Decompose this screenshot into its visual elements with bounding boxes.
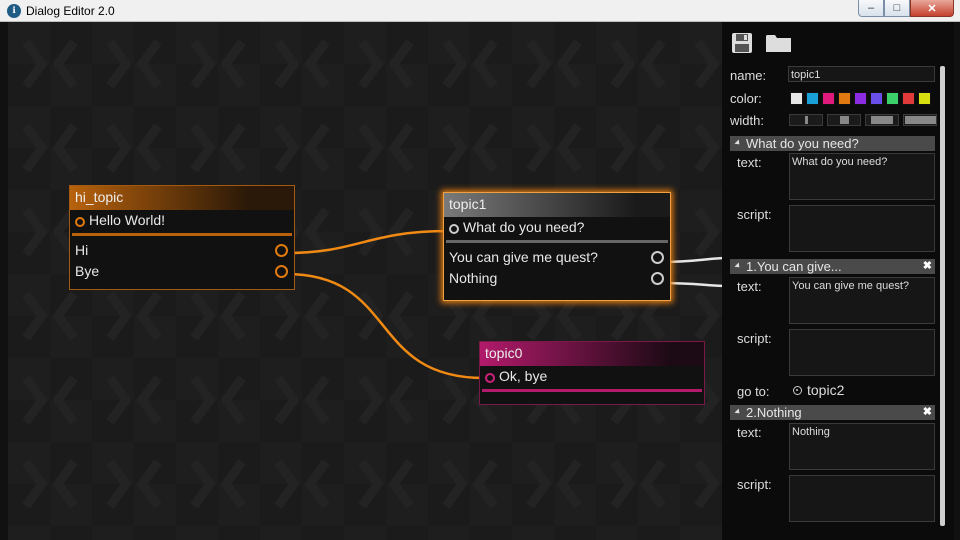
node-output-row: Bye <box>70 261 294 282</box>
prompt-section-header[interactable]: What do you need? <box>730 136 935 151</box>
node-separator <box>482 389 702 392</box>
remove-answer-icon[interactable]: ✖ <box>923 259 932 274</box>
node-output-row: Hi <box>70 240 294 261</box>
width-option-2[interactable] <box>827 114 861 126</box>
answer-1-goto-label: go to: <box>737 384 770 399</box>
prompt-section-title: What do you need? <box>746 136 859 151</box>
node-topic1[interactable]: topic1 What do you need? You can give me… <box>443 192 671 301</box>
node-output-text: You can give me quest? <box>449 249 598 265</box>
answer-2-script-label: script: <box>737 477 772 492</box>
output-pin-icon[interactable] <box>651 251 664 264</box>
node-output-text: Bye <box>75 263 100 279</box>
answer-1-text-input[interactable]: You can give me quest? <box>789 277 935 324</box>
answer-1-title: 1.You can give... <box>746 259 842 274</box>
prompt-text-input[interactable]: What do you need? <box>789 153 935 200</box>
name-label: name: <box>730 68 767 83</box>
name-input[interactable]: topic1 <box>788 66 935 82</box>
input-pin-icon[interactable] <box>485 373 495 383</box>
remove-answer-icon[interactable]: ✖ <box>923 405 932 420</box>
color-swatch[interactable] <box>870 92 883 105</box>
answer-1-script-label: script: <box>737 331 772 346</box>
output-pin-icon[interactable] <box>275 244 288 257</box>
width-label: width: <box>730 113 764 128</box>
color-swatch[interactable] <box>886 92 899 105</box>
collapse-icon[interactable] <box>734 408 742 416</box>
node-separator <box>72 233 292 236</box>
prompt-script-input[interactable] <box>789 205 935 252</box>
node-separator <box>446 240 668 243</box>
answer-2-script-input[interactable] <box>789 475 935 522</box>
color-swatch[interactable] <box>790 92 803 105</box>
color-swatch[interactable] <box>902 92 915 105</box>
input-pin-icon[interactable] <box>449 224 459 234</box>
prompt-script-label: script: <box>737 207 772 222</box>
output-pin-icon[interactable] <box>651 272 664 285</box>
node-input-row: Hello World! <box>70 210 294 231</box>
input-pin-icon[interactable] <box>75 217 85 227</box>
answer-2-title: 2.Nothing <box>746 405 802 420</box>
answer-1-text-label: text: <box>737 279 762 294</box>
node-input-text: Ok, bye <box>499 368 548 384</box>
graph-canvas[interactable]: hi_topic Hello World! Hi Bye topic1 What… <box>8 22 722 540</box>
save-icon[interactable] <box>731 32 753 54</box>
node-output-row: You can give me quest? <box>444 247 670 268</box>
answer-1-goto-value[interactable]: topic2 <box>807 382 844 398</box>
node-title: topic1 <box>444 193 670 217</box>
maximize-button[interactable]: □ <box>884 0 910 17</box>
color-swatch[interactable] <box>822 92 835 105</box>
color-label: color: <box>730 91 762 106</box>
node-title: topic0 <box>480 342 704 366</box>
properties-panel: name: topic1 color: width: What do you n… <box>722 22 954 540</box>
answer-1-header[interactable]: 1.You can give... ✖ <box>730 259 935 274</box>
goto-radio-icon[interactable] <box>793 386 802 395</box>
width-option-3[interactable] <box>865 114 899 126</box>
node-topic0[interactable]: topic0 Ok, bye <box>479 341 705 405</box>
answer-2-text-input[interactable]: Nothing <box>789 423 935 470</box>
folder-icon[interactable] <box>765 32 792 54</box>
node-output-text: Hi <box>75 242 89 258</box>
node-input-text: Hello World! <box>89 212 165 228</box>
node-output-row: Nothing <box>444 268 670 289</box>
answer-2-header[interactable]: 2.Nothing ✖ <box>730 405 935 420</box>
node-hi-topic[interactable]: hi_topic Hello World! Hi Bye <box>69 185 295 290</box>
title-bar: ℹ Dialog Editor 2.0 – □ ✕ <box>0 0 960 22</box>
close-button[interactable]: ✕ <box>910 0 954 17</box>
panel-scrollbar[interactable] <box>940 66 945 526</box>
collapse-icon[interactable] <box>734 262 742 270</box>
prompt-text-label: text: <box>737 155 762 170</box>
output-pin-icon[interactable] <box>275 265 288 278</box>
color-swatch[interactable] <box>918 92 931 105</box>
collapse-icon[interactable] <box>734 139 742 147</box>
minimize-button[interactable]: – <box>858 0 884 17</box>
answer-2-text-label: text: <box>737 425 762 440</box>
width-option-4[interactable] <box>903 114 937 126</box>
node-input-row: What do you need? <box>444 217 670 238</box>
window-controls: – □ ✕ <box>858 0 954 18</box>
color-swatch[interactable] <box>838 92 851 105</box>
answer-1-script-input[interactable] <box>789 329 935 376</box>
color-swatch[interactable] <box>854 92 867 105</box>
node-input-row: Ok, bye <box>480 366 704 387</box>
color-swatch[interactable] <box>806 92 819 105</box>
app-icon: ℹ <box>7 4 21 18</box>
window-title: Dialog Editor 2.0 <box>26 4 115 18</box>
node-input-text: What do you need? <box>463 219 585 235</box>
width-option-1[interactable] <box>789 114 823 126</box>
node-title: hi_topic <box>70 186 294 210</box>
node-output-text: Nothing <box>449 270 498 286</box>
